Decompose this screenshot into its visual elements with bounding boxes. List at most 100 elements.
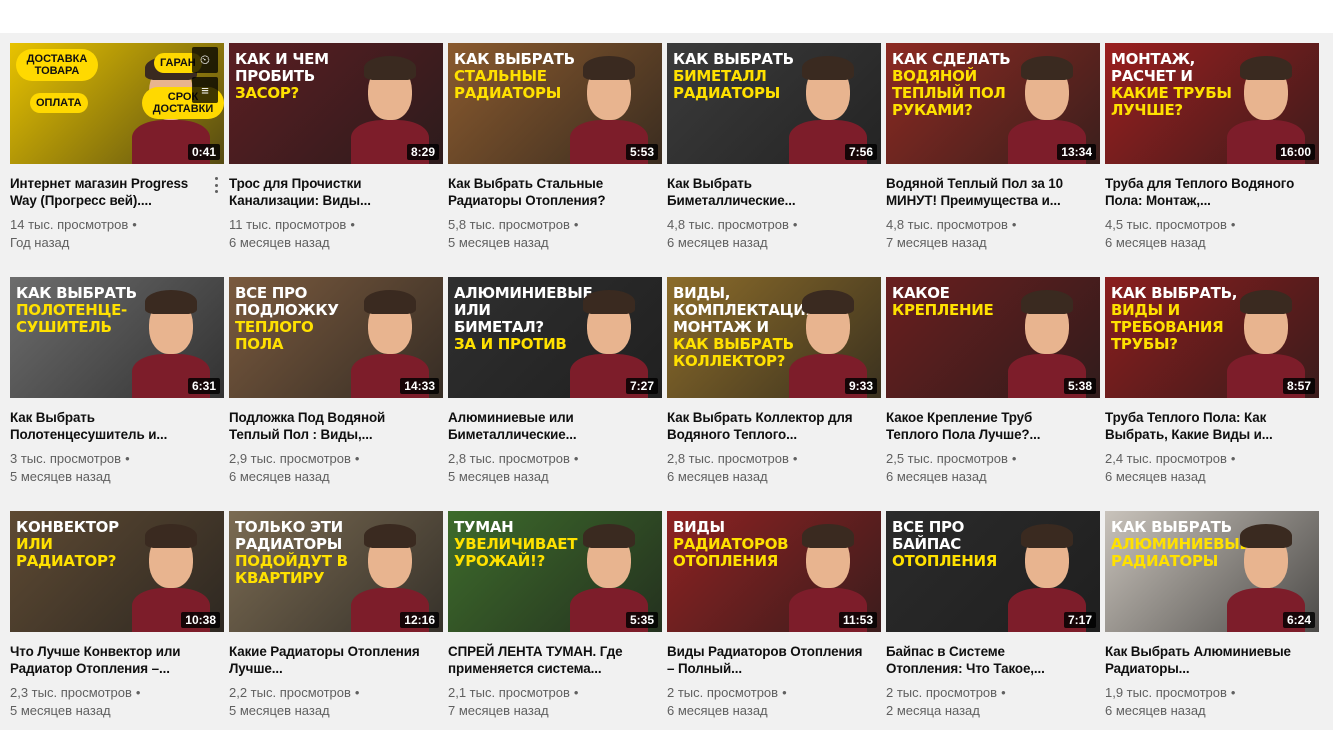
video-title[interactable]: Как Выбрать Стальные Радиаторы Отопления… [448,175,644,209]
video-title[interactable]: Как Выбрать Алюминиевые Радиаторы... [1105,643,1301,677]
video-metadata: 2,9 тыс. просмотров • 6 месяцев назад [229,450,443,486]
video-card[interactable]: Все про подложку теплого пола 14:33 Подл… [229,277,443,511]
upload-age: 6 месяцев назад [1105,469,1206,484]
thumbnail-caption-yellow: засор? [235,84,299,102]
presenter-hair [145,524,197,548]
upload-age: 6 месяцев назад [667,703,768,718]
video-title[interactable]: Трос для Прочистки Канализации: Виды... [229,175,425,209]
video-title[interactable]: Алюминиевые или Биметаллические... [448,409,644,443]
upload-age: 2 месяца назад [886,703,980,718]
video-duration: 10:38 [181,612,220,628]
upload-age: 6 месяцев назад [229,235,330,250]
video-title[interactable]: Байпас в Системе Отопления: Что Такое,..… [886,643,1082,677]
video-card[interactable]: Как выбрать полотенце-сушитель 6:31 Как … [10,277,224,511]
video-title[interactable]: Какое Крепление Труб Теплого Пола Лучше?… [886,409,1082,443]
queue-icon[interactable]: ≡ [192,77,218,103]
video-title[interactable]: Водяной Теплый Пол за 10 МИНУТ! Преимуще… [886,175,1082,209]
meta-separator: • [1001,685,1006,700]
thumbnail-caption: Конвектор или радиатор? [16,519,146,570]
video-metadata: 4,8 тыс. просмотров • 6 месяцев назад [667,216,881,252]
presenter-hair [1240,56,1292,80]
video-card[interactable]: Как сделать водяной теплый пол руками? 1… [886,43,1100,277]
video-thumbnail[interactable]: Алюминиевые или биметал? За и против 7:2… [448,277,662,398]
view-count: 3 тыс. просмотров [10,451,122,466]
thumbnail-caption-white: Все про байпас [892,518,965,553]
video-title[interactable]: Как Выбрать Полотенцесушитель и... [10,409,206,443]
video-duration: 7:56 [844,144,877,160]
video-thumbnail[interactable]: Виды, комплектация, монтаж и как выбрать… [667,277,881,398]
upload-age: 6 месяцев назад [229,469,330,484]
video-title[interactable]: Как Выбрать Коллектор для Водяного Тепло… [667,409,863,443]
video-title[interactable]: Труба для Теплого Водяного Пола: Монтаж,… [1105,175,1301,209]
video-card[interactable]: Все про байпас отопления 7:17 Байпас в С… [886,511,1100,745]
video-duration: 0:41 [187,144,220,160]
video-thumbnail[interactable]: Как выбрать алюминиевые радиаторы 6:24 [1105,511,1319,632]
thumbnail-caption: Виды, комплектация, монтаж и как выбрать… [673,285,822,370]
video-thumbnail[interactable]: Все про байпас отопления 7:17 [886,511,1100,632]
video-card[interactable]: Туман увеличивает урожай!? 5:35 СПРЕЙ ЛЕ… [448,511,662,745]
video-card[interactable]: Как выбрать, виды и требования трубы? 8:… [1105,277,1319,511]
view-count: 2,8 тыс. просмотров [667,451,789,466]
video-thumbnail[interactable]: Конвектор или радиатор? 10:38 [10,511,224,632]
video-title[interactable]: Как Выбрать Биметаллические... [667,175,863,209]
video-metadata: 2 тыс. просмотров • 6 месяцев назад [667,684,881,720]
thumbnail-caption-yellow: какие трубы лучше? [1111,84,1232,119]
video-card[interactable]: Как выбрать стальные радиаторы 5:53 Как … [448,43,662,277]
video-title[interactable]: Подложка Под Водяной Теплый Пол : Виды,.… [229,409,425,443]
video-metadata: 2,3 тыс. просмотров • 5 месяцев назад [10,684,224,720]
video-duration: 6:24 [1282,612,1315,628]
video-duration: 13:34 [1057,144,1096,160]
video-title[interactable]: Интернет магазин Progress Way (Прогресс … [10,175,206,209]
meta-separator: • [132,217,137,232]
video-thumbnail[interactable]: Как выбрать биметалл радиаторы 7:56 [667,43,881,164]
video-title[interactable]: Труба Теплого Пола: Как Выбрать, Какие В… [1105,409,1301,443]
video-card[interactable]: Виды, комплектация, монтаж и как выбрать… [667,277,881,511]
view-count: 2,3 тыс. просмотров [10,685,132,700]
thumbnail-caption-yellow: крепление [892,301,994,319]
video-title[interactable]: Какие Радиаторы Отопления Лучше... [229,643,425,677]
video-metadata: 2,4 тыс. просмотров • 6 месяцев назад [1105,450,1319,486]
presenter-hair [583,290,635,314]
video-title[interactable]: Виды Радиаторов Отопления – Полный... [667,643,863,677]
video-duration: 5:53 [625,144,658,160]
thumbnail-caption-white: Конвектор [16,518,119,536]
video-card[interactable]: Виды радиаторов отопления 11:53 Виды Рад… [667,511,881,745]
more-dot [214,183,218,187]
video-thumbnail[interactable]: Монтаж, расчет и какие трубы лучше? 16:0… [1105,43,1319,164]
video-thumbnail[interactable]: Как выбрать, виды и требования трубы? 8:… [1105,277,1319,398]
video-card[interactable]: Как выбрать биметалл радиаторы 7:56 Как … [667,43,881,277]
video-thumbnail[interactable]: Все про подложку теплого пола 14:33 [229,277,443,398]
video-thumbnail[interactable]: 0:41 Доставка товара Гаран Оплата Срок дост… [10,43,224,164]
video-title[interactable]: СПРЕЙ ЛЕНТА ТУМАН. Где применяется систе… [448,643,644,677]
presenter-hair [1240,290,1292,314]
video-thumbnail[interactable]: Как выбрать стальные радиаторы 5:53 [448,43,662,164]
video-thumbnail[interactable]: Какое крепление 5:38 [886,277,1100,398]
video-card[interactable]: Только эти радиаторы подойдут в квартиру… [229,511,443,745]
more-vert-icon[interactable] [210,175,222,195]
video-card[interactable]: Какое крепление 5:38 Какое Крепление Тру… [886,277,1100,511]
meta-separator: • [573,451,579,466]
upload-age: 6 месяцев назад [667,469,768,484]
thumbnail-caption-yellow: радиаторов отопления [673,535,789,570]
video-thumbnail[interactable]: Как выбрать полотенце-сушитель 6:31 [10,277,224,398]
video-card[interactable]: Как выбрать алюминиевые радиаторы 6:24 К… [1105,511,1319,745]
upload-age: 5 месяцев назад [448,235,549,250]
thumbnail-caption-yellow: увеличивает урожай!? [454,535,578,570]
video-thumbnail[interactable]: Как сделать водяной теплый пол руками? 1… [886,43,1100,164]
thumbnail-caption: Только эти радиаторы подойдут в квартиру [235,519,365,587]
presenter-hair [1021,290,1073,314]
video-card[interactable]: 0:41 Доставка товара Гаран Оплата Срок дост… [10,43,224,277]
video-duration: 12:16 [400,612,439,628]
clock-icon[interactable]: ⏲ [192,47,218,73]
video-thumbnail[interactable]: Как и чем пробить засор? 8:29 [229,43,443,164]
video-card[interactable]: Монтаж, расчет и какие трубы лучше? 16:0… [1105,43,1319,277]
video-thumbnail[interactable]: Только эти радиаторы подойдут в квартиру… [229,511,443,632]
video-metadata: 4,8 тыс. просмотров • 7 месяцев назад [886,216,1100,252]
video-card[interactable]: Конвектор или радиатор? 10:38 Что Лучше … [10,511,224,745]
video-thumbnail[interactable]: Туман увеличивает урожай!? 5:35 [448,511,662,632]
video-title[interactable]: Что Лучше Конвектор или Радиатор Отоплен… [10,643,206,677]
video-card[interactable]: Алюминиевые или биметал? За и против 7:2… [448,277,662,511]
meta-separator: • [792,217,798,232]
video-card[interactable]: Как и чем пробить засор? 8:29 Трос для П… [229,43,443,277]
video-thumbnail[interactable]: Виды радиаторов отопления 11:53 [667,511,881,632]
